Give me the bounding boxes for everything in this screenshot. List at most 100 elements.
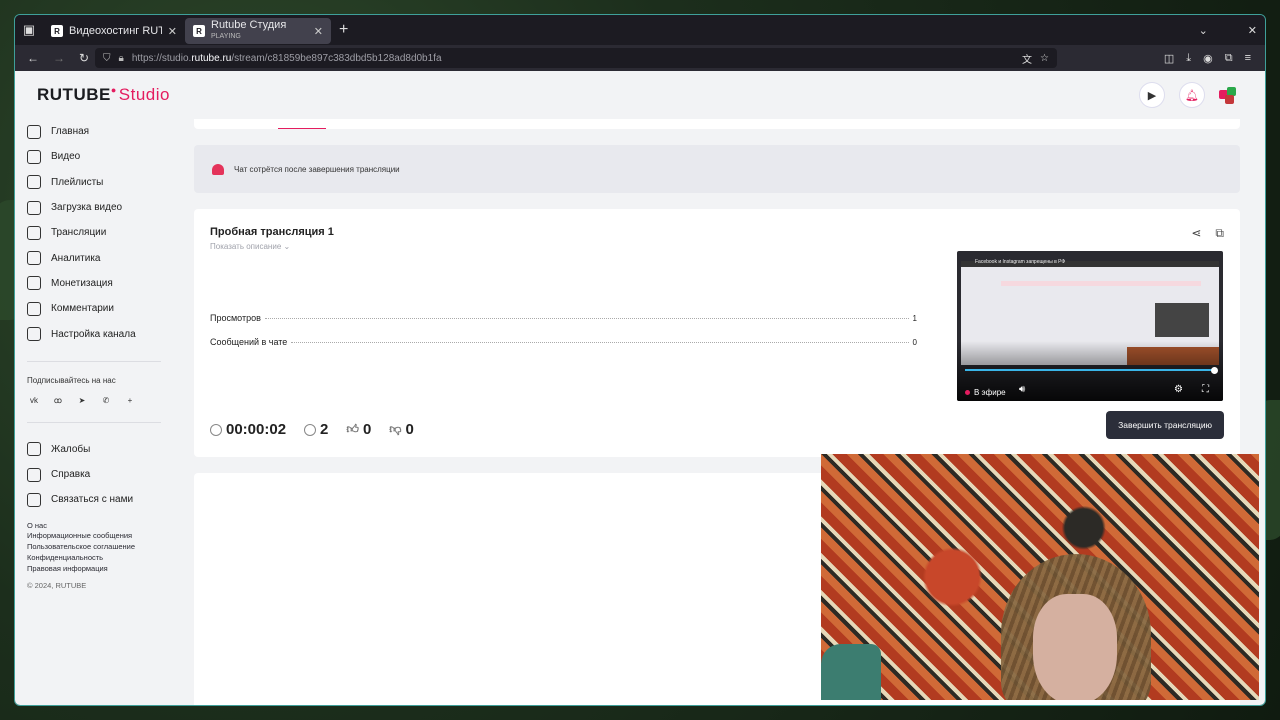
thumbs-down-icon: 👎︎ bbox=[389, 422, 402, 436]
progress-bar[interactable] bbox=[965, 369, 1215, 371]
likes-value: 0 bbox=[362, 421, 372, 438]
show-description-link[interactable]: Показать описание ⌄ bbox=[210, 242, 290, 251]
footer-links: О нас Информационные сообщения Пользовател… bbox=[15, 521, 183, 575]
sidebar-item-0[interactable]: Главная bbox=[15, 119, 183, 144]
support-menu: Жалобы Справка Связаться с нами bbox=[15, 437, 183, 513]
support-item-2[interactable]: Связаться с нами bbox=[15, 487, 183, 512]
sidebar-menu: Главная Видео Плейлисты Загрузка видео Транс… bbox=[15, 119, 183, 347]
chevron-down-icon[interactable]: ⌄ bbox=[1199, 24, 1208, 37]
bell-icon bbox=[212, 163, 224, 175]
share-icon[interactable]: ⋖ bbox=[1191, 226, 1201, 241]
sidebar-item-label: Плейлисты bbox=[51, 176, 104, 188]
tabs-strip bbox=[194, 119, 1240, 129]
tab-rutube-studio[interactable]: R Rutube Студия PLAYING ✕ bbox=[185, 18, 331, 44]
viewers-value: 2 bbox=[320, 421, 329, 438]
comments-icon bbox=[27, 301, 41, 316]
fullscreen-icon[interactable]: ⛶ bbox=[1202, 384, 1209, 395]
divider bbox=[27, 421, 161, 423]
sidebar-item-label: Главная bbox=[51, 126, 90, 138]
sidebar-item-1[interactable]: Видео bbox=[15, 144, 183, 169]
menu-icon[interactable]: ≡ bbox=[1245, 52, 1251, 65]
pocket-icon[interactable]: ◫ bbox=[1164, 52, 1174, 65]
extensions-icon[interactable]: ⧉ bbox=[1225, 52, 1233, 65]
volume-icon[interactable]: 🔊︎ bbox=[1019, 384, 1025, 395]
footer-link[interactable]: Правовая информация bbox=[27, 564, 183, 575]
url-domain: rutube.ru bbox=[191, 52, 232, 64]
end-stream-button[interactable]: Завершить трансляцию bbox=[1106, 411, 1224, 439]
sidebar-item-7[interactable]: Комментарии bbox=[15, 296, 183, 321]
tab-rutube-home[interactable]: R Видеохостинг RUTUBE ✕ bbox=[43, 18, 185, 44]
chat-alert-text: Чат сотрётся после завершения трансляции bbox=[234, 164, 400, 174]
tab-list-icon[interactable]: ▣ bbox=[15, 15, 43, 45]
studio-header: RUTUBE● Studio ▶ 🔔︎ bbox=[15, 71, 1265, 119]
close-window-icon[interactable]: ✕ bbox=[1248, 24, 1257, 37]
sidebar-item-2[interactable]: Плейлисты bbox=[15, 170, 183, 195]
url-prefix: https://studio. bbox=[131, 52, 192, 64]
forward-icon[interactable]: → bbox=[53, 51, 65, 65]
dislikes-value: 0 bbox=[405, 421, 414, 438]
more-icon[interactable]: + bbox=[123, 394, 137, 408]
new-tab-icon[interactable]: + bbox=[339, 21, 348, 39]
help-icon bbox=[27, 467, 41, 482]
sidebar-item-3[interactable]: Загрузка видео bbox=[15, 195, 183, 220]
settings-icon bbox=[27, 327, 41, 342]
divider bbox=[27, 360, 161, 362]
broadcast-icon bbox=[27, 225, 41, 240]
dislikes-counter: 👎︎ 0 bbox=[389, 421, 414, 438]
stream-preview-player[interactable]: Facebook и Instagram запрещены в РФ В эф… bbox=[957, 251, 1223, 401]
settings-gear-icon[interactable]: ⚙ bbox=[1174, 384, 1183, 395]
monetization-icon bbox=[27, 276, 41, 291]
support-item-1[interactable]: Справка bbox=[15, 462, 183, 487]
likes-counter: 👍︎ 0 bbox=[346, 421, 371, 438]
sidebar-item-4[interactable]: Трансляции bbox=[15, 220, 183, 245]
url-bar[interactable]: ⛉ 🔒︎ https://studio.rutube.ru/stream/c81… bbox=[95, 48, 1057, 68]
rutube-studio-logo[interactable]: RUTUBE● Studio bbox=[37, 85, 170, 105]
bookmark-star-icon[interactable]: ☆ bbox=[1040, 53, 1049, 64]
webcam-cloth bbox=[821, 644, 881, 700]
progress-knob[interactable] bbox=[1211, 367, 1218, 374]
dotted-leader bbox=[291, 342, 909, 343]
rutube-favicon-icon: R bbox=[193, 25, 205, 37]
url-path: /stream/c81859be897c383dbd5b128ad8d0b1fa bbox=[231, 52, 442, 64]
create-video-button[interactable]: ▶ bbox=[1139, 82, 1165, 108]
contact-icon bbox=[27, 492, 41, 507]
support-item-label: Жалобы bbox=[51, 443, 91, 455]
viber-icon[interactable]: ✆ bbox=[99, 394, 113, 408]
sidebar-item-label: Аналитика bbox=[51, 252, 101, 264]
footer-link[interactable]: Пользовательское соглашение bbox=[27, 542, 183, 553]
footer-link[interactable]: О нас bbox=[27, 521, 183, 532]
account-icon[interactable]: ◉ bbox=[1203, 52, 1213, 65]
live-indicator: В эфире bbox=[965, 388, 1006, 397]
sidebar-item-label: Комментарии bbox=[51, 303, 114, 315]
external-link-icon[interactable]: ⧉ bbox=[1215, 226, 1224, 241]
active-tab-underline bbox=[278, 128, 326, 129]
reload-icon[interactable]: ↻ bbox=[79, 51, 89, 65]
avatar[interactable] bbox=[1219, 85, 1239, 105]
webcam-overlay bbox=[821, 454, 1259, 700]
stat-chat-messages: Сообщений в чате 0 bbox=[210, 337, 917, 347]
video-icon bbox=[27, 149, 41, 164]
telegram-icon[interactable]: ➤ bbox=[75, 394, 89, 408]
social-links: vk ꝏ ➤ ✆ + bbox=[15, 394, 183, 408]
shield-icon[interactable]: ⛉ bbox=[103, 53, 111, 64]
tab-title: Rutube Студия bbox=[211, 20, 287, 31]
footer-link[interactable]: Информационные сообщения bbox=[27, 531, 183, 542]
sidebar-item-6[interactable]: Монетизация bbox=[15, 271, 183, 296]
notifications-button[interactable]: 🔔︎ bbox=[1179, 82, 1205, 108]
back-icon[interactable]: ← bbox=[27, 51, 39, 65]
close-tab-icon[interactable]: ✕ bbox=[314, 25, 323, 38]
ok-icon[interactable]: ꝏ bbox=[51, 394, 65, 408]
support-item-0[interactable]: Жалобы bbox=[15, 437, 183, 462]
vk-icon[interactable]: vk bbox=[27, 394, 41, 408]
stream-counters: 00:00:02 2 👍︎ 0 👎︎ 0 bbox=[210, 421, 414, 438]
footer-link[interactable]: Конфиденциальность bbox=[27, 553, 183, 564]
sidebar-item-8[interactable]: Настройка канала bbox=[15, 321, 183, 346]
viewers-counter: 2 bbox=[304, 421, 328, 438]
lock-icon[interactable]: 🔒︎ bbox=[119, 53, 124, 64]
translate-icon[interactable]: 文 bbox=[1022, 51, 1032, 66]
stat-views: Просмотров 1 bbox=[210, 313, 917, 323]
close-tab-icon[interactable]: ✕ bbox=[168, 25, 177, 38]
downloads-icon[interactable]: ⤓ bbox=[1186, 52, 1191, 65]
sidebar-item-label: Монетизация bbox=[51, 277, 113, 289]
sidebar-item-5[interactable]: Аналитика bbox=[15, 245, 183, 270]
